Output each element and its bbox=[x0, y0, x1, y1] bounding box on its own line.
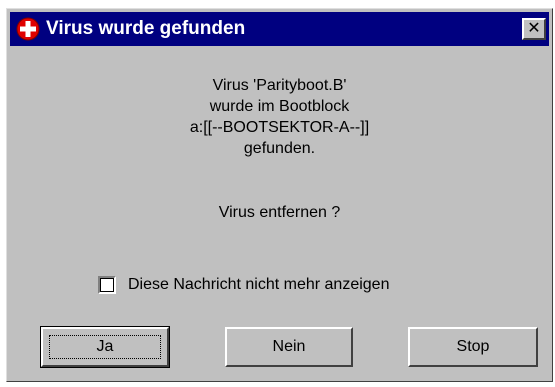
close-icon: ✕ bbox=[527, 20, 541, 37]
red-cross-shield-icon bbox=[16, 17, 40, 41]
message-line-location: wurde im Bootblock bbox=[209, 98, 350, 115]
message-line-virus-name: Virus 'Parityboot.B' bbox=[212, 77, 347, 94]
stop-button[interactable]: Stop bbox=[408, 327, 538, 367]
message-line-found: gefunden. bbox=[243, 140, 316, 157]
yes-button-label: Ja bbox=[49, 335, 161, 359]
dont-show-again-option[interactable]: Diese Nachricht nicht mehr anzeigen bbox=[98, 274, 389, 296]
stop-button-label: Stop bbox=[456, 338, 490, 355]
message-line-target: a:[[--BOOTSEKTOR-A--]] bbox=[189, 119, 370, 136]
no-button[interactable]: Nein bbox=[225, 327, 353, 367]
yes-button[interactable]: Ja bbox=[40, 326, 170, 368]
title-bar[interactable]: Virus wurde gefunden ✕ bbox=[10, 12, 549, 46]
remove-virus-question: Virus entfernen ? bbox=[218, 204, 341, 221]
dont-show-again-checkbox[interactable] bbox=[98, 276, 116, 294]
virus-alert-dialog: Virus wurde gefunden ✕ Virus 'Parityboot… bbox=[6, 8, 553, 382]
no-button-label: Nein bbox=[272, 338, 306, 355]
close-button[interactable]: ✕ bbox=[522, 18, 546, 40]
window-title: Virus wurde gefunden bbox=[46, 18, 246, 39]
dont-show-again-label[interactable]: Diese Nachricht nicht mehr anzeigen bbox=[128, 276, 389, 294]
